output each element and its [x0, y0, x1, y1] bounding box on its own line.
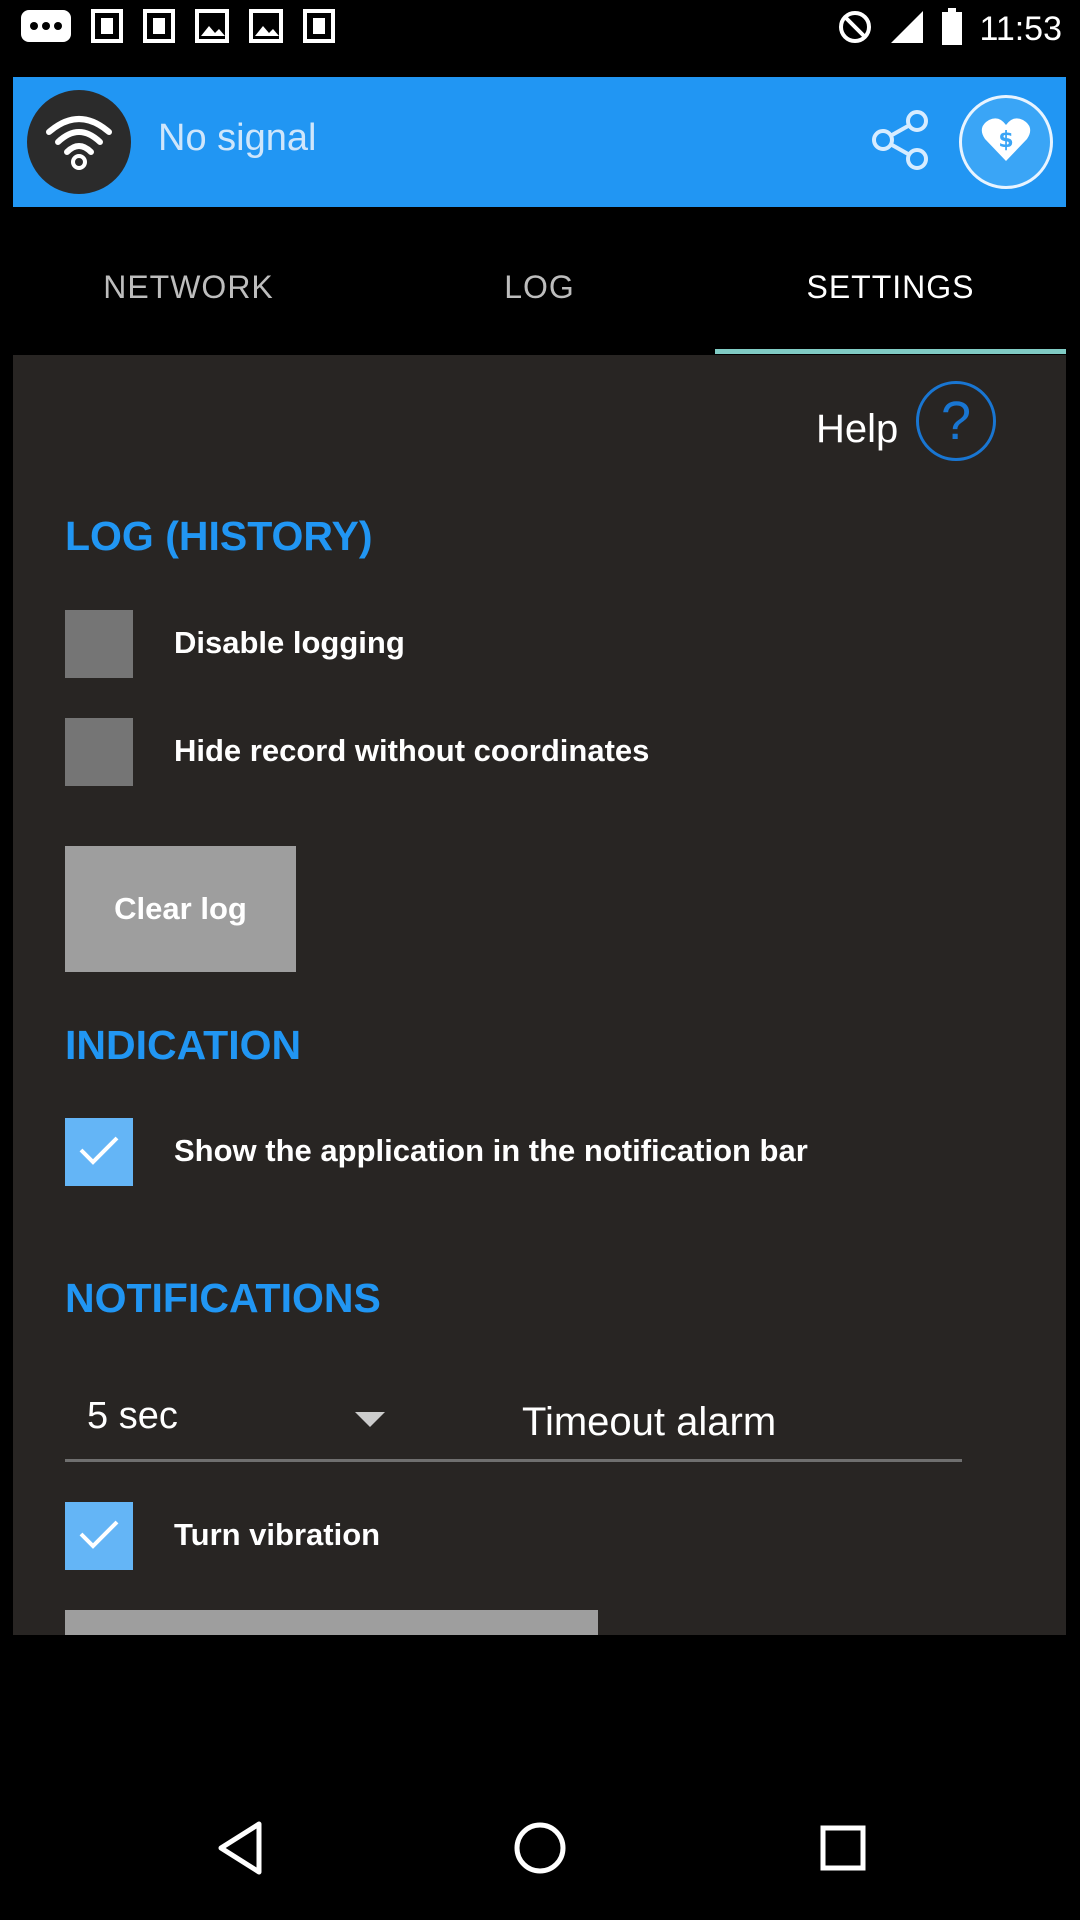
clear-log-button[interactable]: Clear log	[65, 846, 296, 972]
home-button[interactable]	[505, 1815, 575, 1885]
disable-logging-checkbox[interactable]	[65, 610, 133, 678]
dual-sim-icon	[302, 8, 336, 49]
wifi-icon	[44, 110, 114, 175]
hide-record-checkbox[interactable]	[65, 718, 133, 786]
log-section-title: LOG (HISTORY)	[65, 513, 373, 559]
status-icons-right: 11:53	[837, 8, 1062, 51]
wifi-button[interactable]	[27, 90, 131, 194]
disable-logging-label: Disable logging	[174, 625, 405, 660]
dual-sim-icon	[142, 8, 176, 49]
back-icon	[215, 1820, 265, 1881]
home-icon	[512, 1820, 568, 1881]
indication-section-title: INDICATION	[65, 1022, 302, 1068]
check-icon	[77, 1134, 121, 1171]
status-icons-left	[20, 8, 336, 49]
help-icon[interactable]: ?	[916, 381, 996, 461]
show-notification-checkbox[interactable]	[65, 1118, 133, 1186]
heart-dollar-icon: $	[979, 115, 1033, 170]
share-button[interactable]	[863, 105, 937, 179]
tab-network[interactable]: NETWORK	[13, 220, 364, 355]
partial-button[interactable]	[65, 1610, 598, 1635]
help-label[interactable]: Help	[816, 407, 898, 452]
dropdown-arrow-icon	[355, 1412, 385, 1427]
timeout-label: Timeout alarm	[522, 1400, 777, 1444]
tab-log[interactable]: LOG	[364, 220, 715, 355]
status-bar: 11:53	[0, 0, 1080, 64]
dual-sim-icon	[90, 8, 124, 49]
notifications-section-title: NOTIFICATIONS	[65, 1275, 381, 1321]
app-header: No signal $	[13, 77, 1066, 207]
image-icon	[194, 8, 230, 49]
check-icon	[77, 1518, 121, 1555]
share-icon	[867, 107, 933, 178]
timeout-underline	[65, 1459, 962, 1462]
status-time: 11:53	[979, 10, 1062, 48]
timeout-value: 5 sec	[87, 1395, 178, 1437]
signal-status: No signal	[158, 117, 317, 159]
battery-icon	[941, 8, 963, 51]
donate-button[interactable]: $	[959, 95, 1053, 189]
tab-settings[interactable]: SETTINGS	[715, 220, 1066, 355]
tab-bar: NETWORK LOG SETTINGS	[13, 220, 1066, 355]
show-notification-label: Show the application in the notification…	[174, 1133, 808, 1168]
vibration-label: Turn vibration	[174, 1517, 381, 1552]
settings-panel: Help ? LOG (HISTORY) Disable logging Hid…	[13, 355, 1066, 1635]
svg-text:$: $	[998, 128, 1013, 153]
hide-record-label: Hide record without coordinates	[174, 733, 650, 768]
recents-button[interactable]	[808, 1815, 878, 1885]
recents-icon	[819, 1824, 867, 1877]
image-icon	[248, 8, 284, 49]
vibration-checkbox[interactable]	[65, 1502, 133, 1570]
block-icon	[837, 9, 873, 50]
system-nav-bar	[0, 1780, 1080, 1920]
more-icon	[20, 9, 72, 48]
back-button[interactable]	[205, 1815, 275, 1885]
signal-icon	[889, 9, 925, 50]
tab-indicator	[715, 349, 1066, 354]
